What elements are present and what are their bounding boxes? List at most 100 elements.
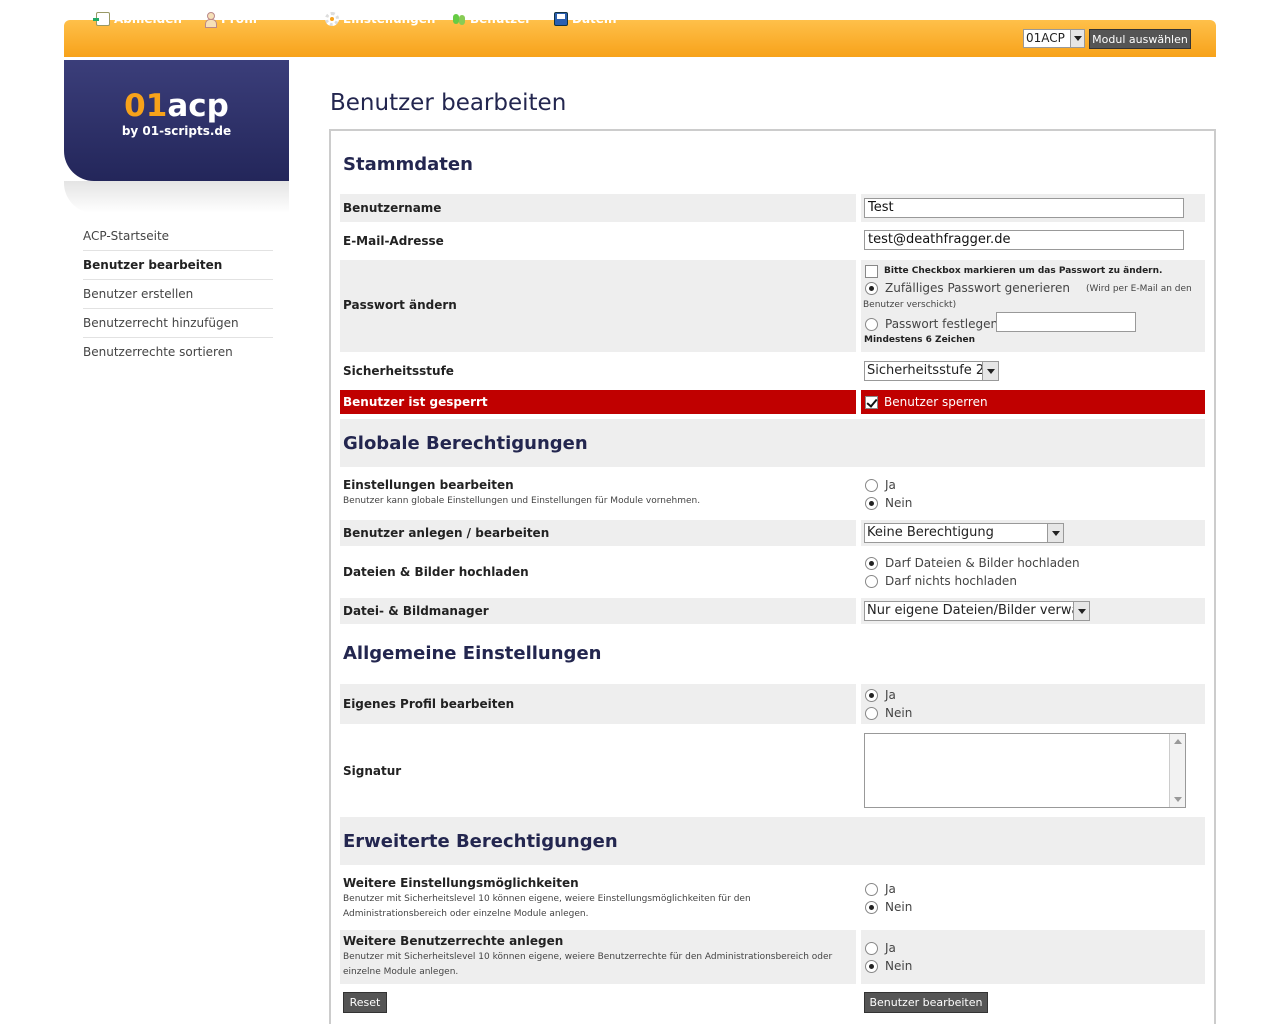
sidebar-item-create-user[interactable]: Benutzer erstellen: [83, 280, 273, 309]
radio-icon: [865, 478, 878, 492]
lock-user-checkbox[interactable]: Benutzer sperren: [863, 393, 988, 411]
manager-permission-label-cell: Datei- & Bildmanager: [340, 598, 856, 624]
upload-no-radio[interactable]: Darf nichts hochladen: [863, 572, 1017, 590]
security-level-select[interactable]: Sicherheitsstufe 2: [864, 361, 999, 381]
password-min-hint: Mindestens 6 Zeichen: [864, 335, 976, 345]
settings-no-radio[interactable]: Nein: [863, 494, 912, 512]
profile-permission-label-cell: Eigenes Profil bearbeiten: [340, 684, 856, 724]
section-heading-general: Allgemeine Einstellungen: [343, 643, 602, 664]
lock-user-label: Benutzer sperren: [884, 395, 988, 409]
upload-permission-label-cell: Dateien & Bilder hochladen: [340, 552, 856, 592]
username-label: Benutzername: [343, 201, 442, 215]
profile-no-label: Nein: [885, 706, 913, 720]
files-link[interactable]: Datein: [554, 10, 617, 28]
sidebar-menu: ACP-Startseite Benutzer bearbeiten Benut…: [83, 222, 273, 367]
section-heading-stammdaten: Stammdaten: [343, 154, 473, 175]
profile-link[interactable]: Profil: [203, 10, 257, 28]
settings-label: Einstellungen: [343, 12, 436, 26]
profile-label: Profil: [221, 12, 257, 26]
manager-permission-label: Datei- & Bildmanager: [343, 604, 489, 618]
more-rights-label-cell: Weitere Benutzerrechte anlegen Benutzer m…: [340, 930, 856, 984]
locked-label-cell: Benutzer ist gesperrt: [340, 390, 856, 414]
more-settings-yes-radio[interactable]: Ja: [863, 880, 896, 898]
settings-yes-radio[interactable]: Ja: [863, 476, 896, 494]
chevron-down-icon: [982, 362, 998, 380]
profile-yes-radio[interactable]: Ja: [863, 686, 896, 704]
file-manager-select[interactable]: Nur eigene Dateien/Bilder verwalten: [864, 601, 1090, 621]
page-title: Benutzer bearbeiten: [330, 90, 567, 116]
module-select-value: 01ACP: [1026, 31, 1065, 45]
textarea-scrollbar[interactable]: [1169, 734, 1185, 807]
section-heading-extended: Erweiterte Berechtigungen: [340, 817, 1205, 865]
more-rights-cell: [861, 930, 1205, 984]
users-icon: [452, 12, 466, 26]
submit-edit-user-button[interactable]: Benutzer bearbeiten »: [864, 992, 988, 1024]
profile-yes-label: Ja: [885, 688, 896, 702]
more-rights-label: Weitere Benutzerrechte anlegen: [343, 934, 564, 948]
signature-label-cell: Signatur: [340, 760, 856, 784]
signature-label: Signatur: [343, 764, 402, 778]
radio-icon: [865, 882, 878, 896]
radio-icon: [865, 317, 878, 331]
security-label-cell: Sicherheitsstufe: [340, 359, 856, 383]
radio-icon: [865, 688, 878, 702]
profile-no-radio[interactable]: Nein: [863, 704, 912, 722]
settings-link[interactable]: Einstellungen: [325, 10, 435, 28]
logo-shadow: [64, 181, 289, 213]
settings-permission-label: Einstellungen bearbeiten: [343, 478, 514, 492]
gear-icon: [325, 12, 339, 26]
profile-permission-label: Eigenes Profil bearbeiten: [343, 697, 515, 711]
upload-yes-label: Darf Dateien & Bilder hochladen: [885, 556, 1080, 570]
more-settings-desc: Benutzer mit Sicherheitslevel 10 können …: [343, 894, 751, 919]
file-manager-value: Nur eigene Dateien/Bilder verwalten: [867, 603, 1090, 618]
module-select[interactable]: 01ACP: [1023, 29, 1085, 48]
password-set-radio[interactable]: Passwort festlegen:: [863, 315, 1002, 333]
email-label: E-Mail-Adresse: [343, 234, 444, 248]
more-settings-no-radio[interactable]: Nein: [863, 898, 912, 916]
security-level-value: Sicherheitsstufe 2: [867, 363, 985, 378]
logo-subtitle: by 01-scripts.de: [121, 124, 232, 138]
sidebar-item-acp-home[interactable]: ACP-Startseite: [83, 222, 273, 251]
radio-icon: [865, 574, 878, 588]
sidebar-item-add-right[interactable]: Benutzerrecht hinzufügen: [83, 309, 273, 338]
user-profile-icon: [203, 12, 217, 28]
scroll-up-arrow-icon: [1174, 739, 1182, 744]
users-link[interactable]: Benutzer: [452, 10, 531, 28]
users-permission-select[interactable]: Keine Berechtigung: [864, 523, 1064, 543]
password-input[interactable]: [996, 312, 1136, 332]
more-settings-yes-label: Ja: [885, 882, 896, 896]
more-rights-yes-radio[interactable]: Ja: [863, 939, 896, 957]
checkbox-checked-icon: [865, 395, 878, 409]
username-input[interactable]: Test: [864, 198, 1184, 218]
password-change-checkbox[interactable]: Bitte Checkbox markieren um das Passwort…: [863, 262, 1162, 280]
username-label-cell: Benutzername: [340, 194, 856, 222]
settings-permission-label-cell: Einstellungen bearbeiten Benutzer kann gl…: [340, 474, 856, 518]
checkbox-icon: [865, 264, 878, 278]
security-label: Sicherheitsstufe: [343, 364, 454, 378]
password-label: Passwort ändern: [343, 298, 457, 312]
locked-label: Benutzer ist gesperrt: [343, 395, 488, 409]
settings-permission-desc: Benutzer kann globale Einstellungen und …: [343, 496, 701, 506]
scroll-down-arrow-icon: [1174, 797, 1182, 802]
email-input[interactable]: test@deathfragger.de: [864, 230, 1184, 250]
logo: 01acp by 01-scripts.de: [64, 60, 289, 181]
logout-link[interactable]: Abmelden: [93, 10, 182, 28]
radio-icon: [865, 496, 878, 510]
select-module-button[interactable]: Modul auswählen: [1089, 29, 1191, 49]
signature-textarea[interactable]: [864, 733, 1186, 808]
more-settings-label: Weitere Einstellungsmöglichkeiten: [343, 876, 579, 890]
reset-button[interactable]: Reset: [343, 992, 387, 1013]
logout-label: Abmelden: [114, 12, 182, 26]
sidebar-item-edit-user[interactable]: Benutzer bearbeiten: [83, 251, 273, 280]
password-random-note: (Wird per E-Mail an den Benutzer verschi…: [863, 284, 1192, 310]
settings-yes-label: Ja: [885, 478, 896, 492]
chevron-down-icon: [1073, 602, 1089, 620]
files-label: Datein: [572, 12, 617, 26]
profile-permission-cell: [861, 684, 1205, 724]
more-rights-desc: Benutzer mit Sicherheitslevel 10 können …: [343, 952, 833, 977]
sidebar-item-sort-rights[interactable]: Benutzerrechte sortieren: [83, 338, 273, 367]
upload-no-label: Darf nichts hochladen: [885, 574, 1017, 588]
more-rights-no-radio[interactable]: Nein: [863, 957, 912, 975]
upload-yes-radio[interactable]: Darf Dateien & Bilder hochladen: [863, 554, 1080, 572]
chevron-down-icon: [1070, 30, 1084, 47]
